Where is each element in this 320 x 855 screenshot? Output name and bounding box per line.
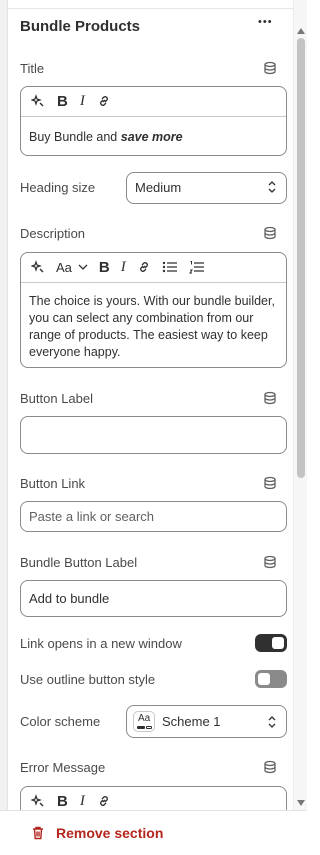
swatch-text: Aa xyxy=(138,713,151,724)
scroll-down-arrow-icon[interactable] xyxy=(297,800,305,806)
link-icon[interactable] xyxy=(97,94,111,108)
outline-style-label: Use outline button style xyxy=(20,672,156,687)
dynamic-source-icon[interactable] xyxy=(263,476,277,493)
bold-button[interactable]: B xyxy=(57,93,68,110)
toggle-knob xyxy=(258,673,270,685)
ai-sparkle-icon[interactable] xyxy=(31,260,45,274)
swatch-primary-chip xyxy=(137,726,145,729)
chevron-down-icon xyxy=(78,264,88,270)
button-label-label: Button Label xyxy=(20,391,94,406)
dynamic-source-icon[interactable] xyxy=(263,61,277,78)
error-message-label: Error Message xyxy=(20,760,106,775)
heading-size-label: Heading size xyxy=(20,180,96,195)
settings-panel: Bundle Products ••• Title B I Buy Bundle… xyxy=(8,0,293,810)
description-toolbar: Aa B I xyxy=(21,253,286,281)
remove-section-button[interactable]: Remove section xyxy=(0,810,307,855)
bundle-button-label-value: Add to bundle xyxy=(29,591,110,606)
chevron-up-down-icon xyxy=(268,181,276,193)
trash-icon xyxy=(30,825,46,841)
dynamic-source-icon[interactable] xyxy=(263,555,277,572)
ai-sparkle-icon[interactable] xyxy=(31,794,45,808)
italic-button[interactable]: I xyxy=(80,793,85,810)
new-window-label: Link opens in a new window xyxy=(20,636,182,651)
remove-section-label: Remove section xyxy=(56,825,164,841)
bold-button[interactable]: B xyxy=(99,259,110,276)
link-icon[interactable] xyxy=(97,794,111,808)
button-link-placeholder: Paste a link or search xyxy=(29,509,155,524)
toolbar-divider xyxy=(21,282,286,283)
heading-size-value: Medium xyxy=(135,180,182,195)
title-value: Buy Bundle and save more xyxy=(29,130,183,144)
font-style-label: Aa xyxy=(56,259,72,275)
dynamic-source-icon[interactable] xyxy=(263,760,277,777)
font-style-dropdown[interactable]: Aa xyxy=(56,260,88,275)
color-scheme-label: Color scheme xyxy=(20,714,101,729)
panel-scrollbar[interactable] xyxy=(293,0,307,810)
toolbar-divider xyxy=(21,116,286,117)
dynamic-source-icon[interactable] xyxy=(263,391,277,408)
section-title: Bundle Products xyxy=(20,18,141,35)
bullet-list-icon[interactable] xyxy=(162,260,178,274)
button-link-label: Button Link xyxy=(20,476,86,491)
bundle-button-label-label: Bundle Button Label xyxy=(20,555,138,570)
color-scheme-value: Scheme 1 xyxy=(162,714,221,729)
description-rich-text-editor[interactable]: Aa B I The choice is yours. With our bun… xyxy=(20,252,287,368)
heading-size-select[interactable]: Medium xyxy=(126,172,287,204)
description-label: Description xyxy=(20,226,86,241)
title-toolbar: B I xyxy=(21,87,286,115)
title-label: Title xyxy=(20,61,45,76)
toggle-knob xyxy=(272,637,284,649)
color-scheme-swatch: Aa xyxy=(133,711,155,732)
new-window-toggle[interactable] xyxy=(255,634,287,652)
error-message-rich-text-editor[interactable]: B I xyxy=(20,786,287,810)
link-icon[interactable] xyxy=(137,260,151,274)
title-rich-text-editor[interactable]: B I Buy Bundle and save more xyxy=(20,86,287,156)
swatch-secondary-chip xyxy=(146,726,152,729)
chevron-up-down-icon xyxy=(268,716,276,728)
scrollbar-thumb[interactable] xyxy=(297,38,305,478)
error-message-toolbar: B I xyxy=(21,787,286,810)
numbered-list-icon[interactable] xyxy=(188,260,205,274)
dynamic-source-icon[interactable] xyxy=(263,226,277,243)
description-value: The choice is yours. With our bundle bui… xyxy=(29,294,275,359)
outline-style-toggle[interactable] xyxy=(255,670,287,688)
button-link-input[interactable]: Paste a link or search xyxy=(20,501,287,532)
bundle-button-label-input[interactable]: Add to bundle xyxy=(20,580,287,617)
color-scheme-select[interactable]: Aa Scheme 1 xyxy=(126,705,287,738)
italic-button[interactable]: I xyxy=(80,93,85,110)
bold-button[interactable]: B xyxy=(57,793,68,810)
more-options-button[interactable]: ••• xyxy=(258,16,273,28)
ai-sparkle-icon[interactable] xyxy=(31,94,45,108)
italic-button[interactable]: I xyxy=(121,259,126,276)
button-label-input[interactable] xyxy=(20,416,287,454)
scroll-up-arrow-icon[interactable] xyxy=(297,28,305,34)
left-edge xyxy=(0,0,8,855)
